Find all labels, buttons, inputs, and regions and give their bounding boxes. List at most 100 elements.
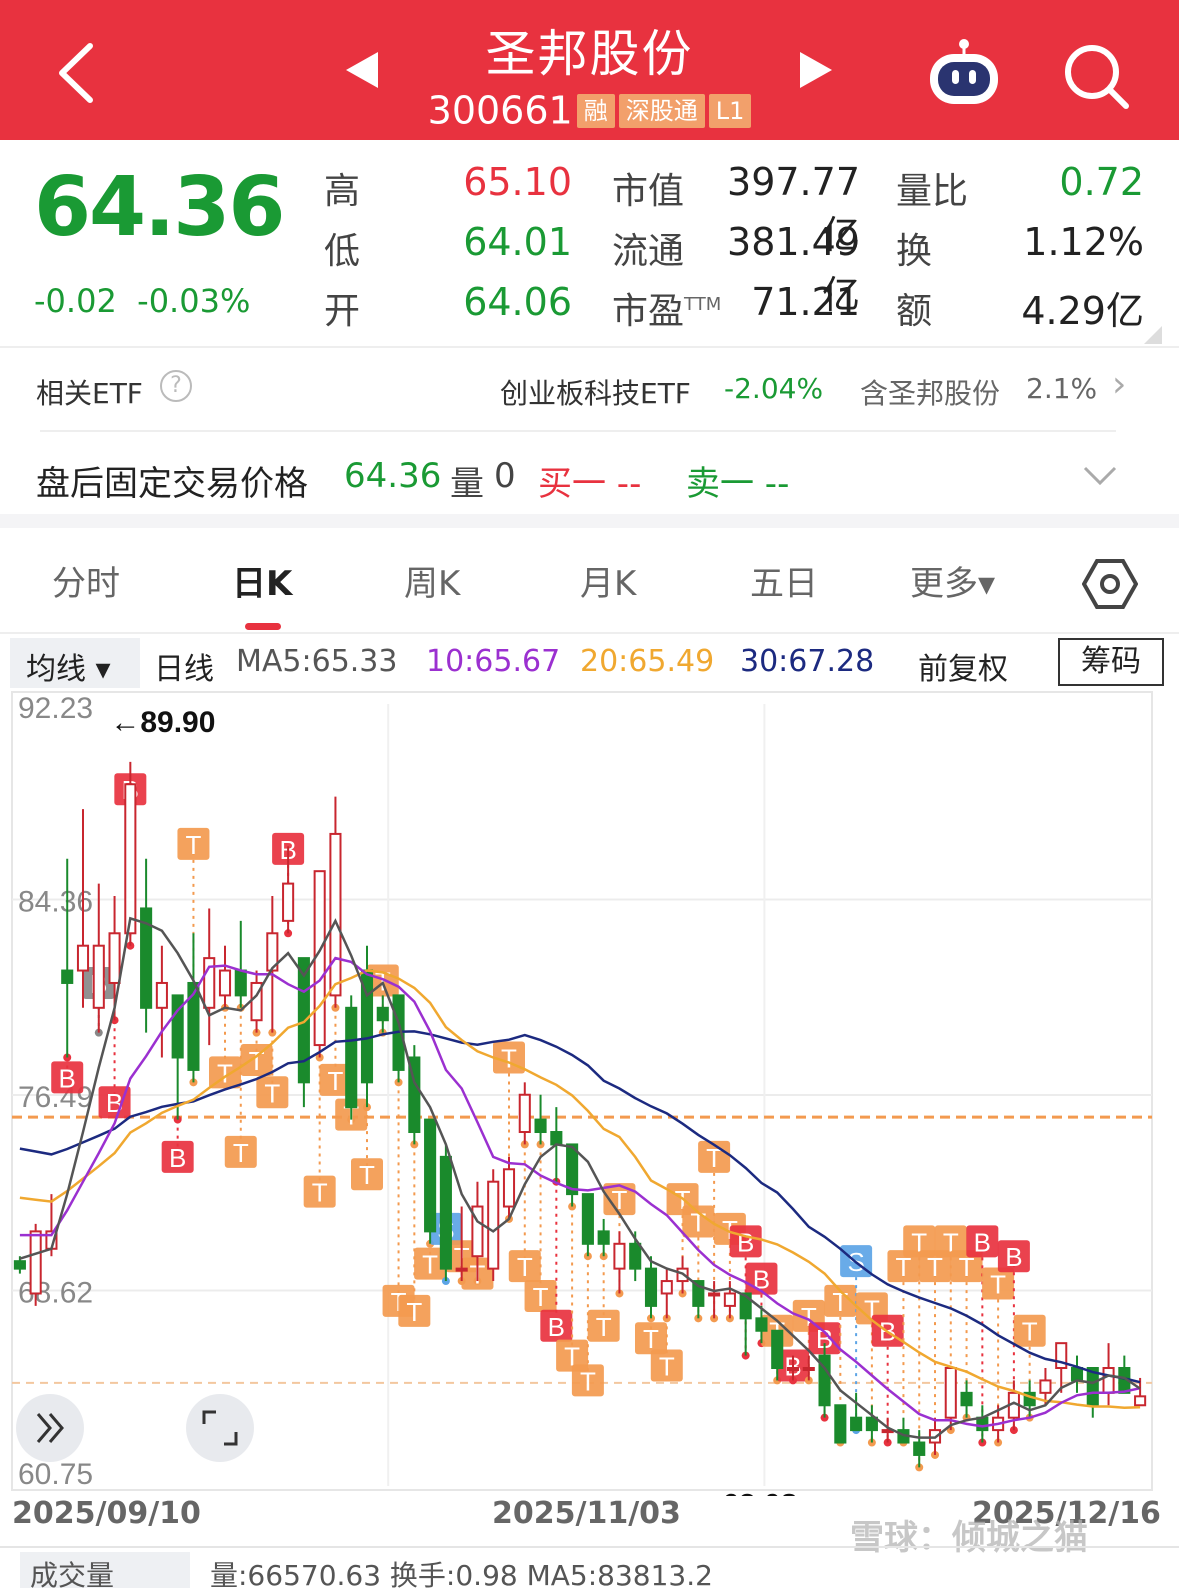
- candle-up: [708, 1292, 721, 1297]
- candle-up: [518, 1093, 531, 1134]
- etf-contain-label: 含圣邦股份: [860, 377, 1001, 410]
- tab-intraday[interactable]: 分时: [52, 556, 120, 605]
- trade-marker-label: T: [264, 1078, 280, 1108]
- help-icon[interactable]: ?: [160, 370, 192, 402]
- after-hours-label: 盘后固定交易价格: [36, 464, 308, 504]
- volume-selector-label[interactable]: 成交量: [30, 1554, 114, 1588]
- connect-tag: 深股通: [618, 93, 705, 128]
- candle-down: [376, 1006, 389, 1022]
- low-label: 低: [324, 231, 361, 272]
- etf-change: -2.04%: [724, 372, 824, 405]
- divider: [40, 430, 1116, 432]
- candle-up: [282, 882, 295, 922]
- x-axis-mid-date: 2025/11/03: [492, 1496, 681, 1531]
- candle-up: [723, 1292, 736, 1307]
- chevron-right-icon[interactable]: ›: [1112, 364, 1126, 405]
- after-hours-sell: 卖一 --: [686, 464, 790, 504]
- trade-marker-label: T: [659, 1352, 675, 1382]
- tab-weekly-k[interactable]: 周K: [404, 556, 460, 605]
- trade-marker-label: T: [517, 1252, 533, 1282]
- indicator-selector-label[interactable]: 均线 ▾: [26, 644, 111, 688]
- candle-up: [76, 944, 90, 972]
- candle-down: [771, 1329, 784, 1370]
- candle-down: [629, 1242, 642, 1270]
- expand-corner-icon[interactable]: [1144, 326, 1162, 344]
- trade-marker-label: T: [990, 1270, 1006, 1300]
- ma30-line: [19, 1030, 1141, 1384]
- candle-up: [613, 1242, 626, 1270]
- y-tick-label: 68.62: [18, 1277, 93, 1310]
- related-etf-row[interactable]: 相关ETF ? 创业板科技ETF -2.04% 含圣邦股份 2.1% ›: [36, 364, 1146, 412]
- adjust-mode[interactable]: 前复权: [918, 644, 1008, 688]
- after-hours-volume: 0: [494, 456, 516, 496]
- high-value: 65.10: [463, 160, 572, 204]
- etf-label: 相关ETF: [36, 377, 143, 410]
- low-value: 64.01: [463, 220, 572, 264]
- candle-down: [13, 1260, 26, 1270]
- tab-monthly-k[interactable]: 月K: [580, 556, 636, 605]
- candle-down: [61, 969, 74, 984]
- margin-tag: 融: [576, 93, 615, 128]
- search-icon[interactable]: [1062, 42, 1132, 112]
- trade-marker-label: B: [59, 1063, 76, 1093]
- tab-daily-k[interactable]: 日K: [232, 556, 292, 605]
- period-tabs: 分时 日K 周K 月K 五日 更多▾: [0, 540, 1179, 632]
- chips-button[interactable]: 筹码: [1058, 638, 1164, 686]
- ma30-value: 30:67.28: [740, 644, 875, 679]
- trade-marker-label: T: [312, 1178, 328, 1208]
- candle-up: [329, 832, 342, 997]
- etf-name[interactable]: 创业板科技ETF: [500, 372, 691, 412]
- after-hours-price: 64.36: [344, 456, 442, 496]
- amount-value: 4.29亿: [1021, 289, 1144, 333]
- ma5-value: MA5:65.33: [236, 644, 398, 679]
- kline-chart[interactable]: 92.2384.3676.4968.6260.75BBBBBTTTTTBTTTT…: [0, 690, 1179, 1496]
- robot-assistant-icon[interactable]: [926, 38, 1002, 108]
- chevron-down-icon[interactable]: [1082, 464, 1118, 488]
- last-price: 64.36: [34, 160, 285, 255]
- candle-up: [29, 1230, 42, 1295]
- trade-marker-label: T: [596, 1312, 612, 1342]
- volume-indicator-bar: 成交量 量:66570.63 换手:0.98 MA5:83813.2: [0, 1546, 1179, 1588]
- candle-down: [550, 1131, 563, 1146]
- level-tag: L1: [708, 93, 752, 128]
- active-tab-indicator: [245, 623, 281, 630]
- float-label: 流通: [612, 231, 685, 272]
- turnover-label: 换: [896, 231, 933, 272]
- candle-up: [802, 1367, 815, 1372]
- volume-ratio-value: 0.72: [1059, 160, 1144, 204]
- candle-down: [597, 1230, 610, 1245]
- amount-label: 额: [896, 291, 933, 332]
- stock-code: 300661: [427, 88, 573, 133]
- candle-down: [534, 1118, 547, 1134]
- candle-up: [1102, 1367, 1115, 1394]
- mcap-label: 市值: [612, 171, 685, 212]
- candle-up: [944, 1367, 957, 1419]
- stock-code-row: 300661 融深股通 L1: [0, 86, 1179, 133]
- trade-marker-label: B: [169, 1143, 186, 1173]
- trade-marker-label: T: [233, 1138, 249, 1168]
- candle-up: [1134, 1395, 1147, 1407]
- next-stock-arrow-icon[interactable]: [800, 52, 832, 88]
- candle-up: [455, 1267, 468, 1272]
- trade-marker-label: T: [185, 830, 201, 860]
- fullscreen-button[interactable]: [186, 1394, 254, 1462]
- collapse-panel-button[interactable]: [16, 1394, 84, 1462]
- candle-down: [581, 1193, 594, 1245]
- trade-marker-label: B: [737, 1227, 754, 1257]
- double-chevron-right-icon: [36, 1413, 64, 1443]
- after-hours-buy: 买一 --: [538, 464, 642, 504]
- volume-ratio-label: 量比: [896, 171, 969, 212]
- settings-hexagon-icon[interactable]: [1082, 556, 1138, 612]
- trade-marker-label: T: [359, 1160, 375, 1190]
- min-price-label: 63.08→: [722, 1489, 827, 1496]
- candle-down: [345, 1006, 358, 1109]
- after-hours-row[interactable]: 盘后固定交易价格 64.36 量 0 买一 -- 卖一 --: [36, 450, 1146, 506]
- tab-more[interactable]: 更多▾: [910, 556, 995, 605]
- candle-up: [1039, 1379, 1052, 1394]
- tab-five-day[interactable]: 五日: [750, 556, 818, 605]
- trade-marker-label: T: [422, 1250, 438, 1280]
- ma-legend-bar: 均线 ▾ 日线 MA5:65.33 10:65.67 20:65.49 30:6…: [10, 638, 1170, 690]
- max-price-label: ←89.90: [110, 706, 215, 739]
- candle-up: [786, 1367, 800, 1372]
- trade-marker-label: B: [974, 1227, 991, 1257]
